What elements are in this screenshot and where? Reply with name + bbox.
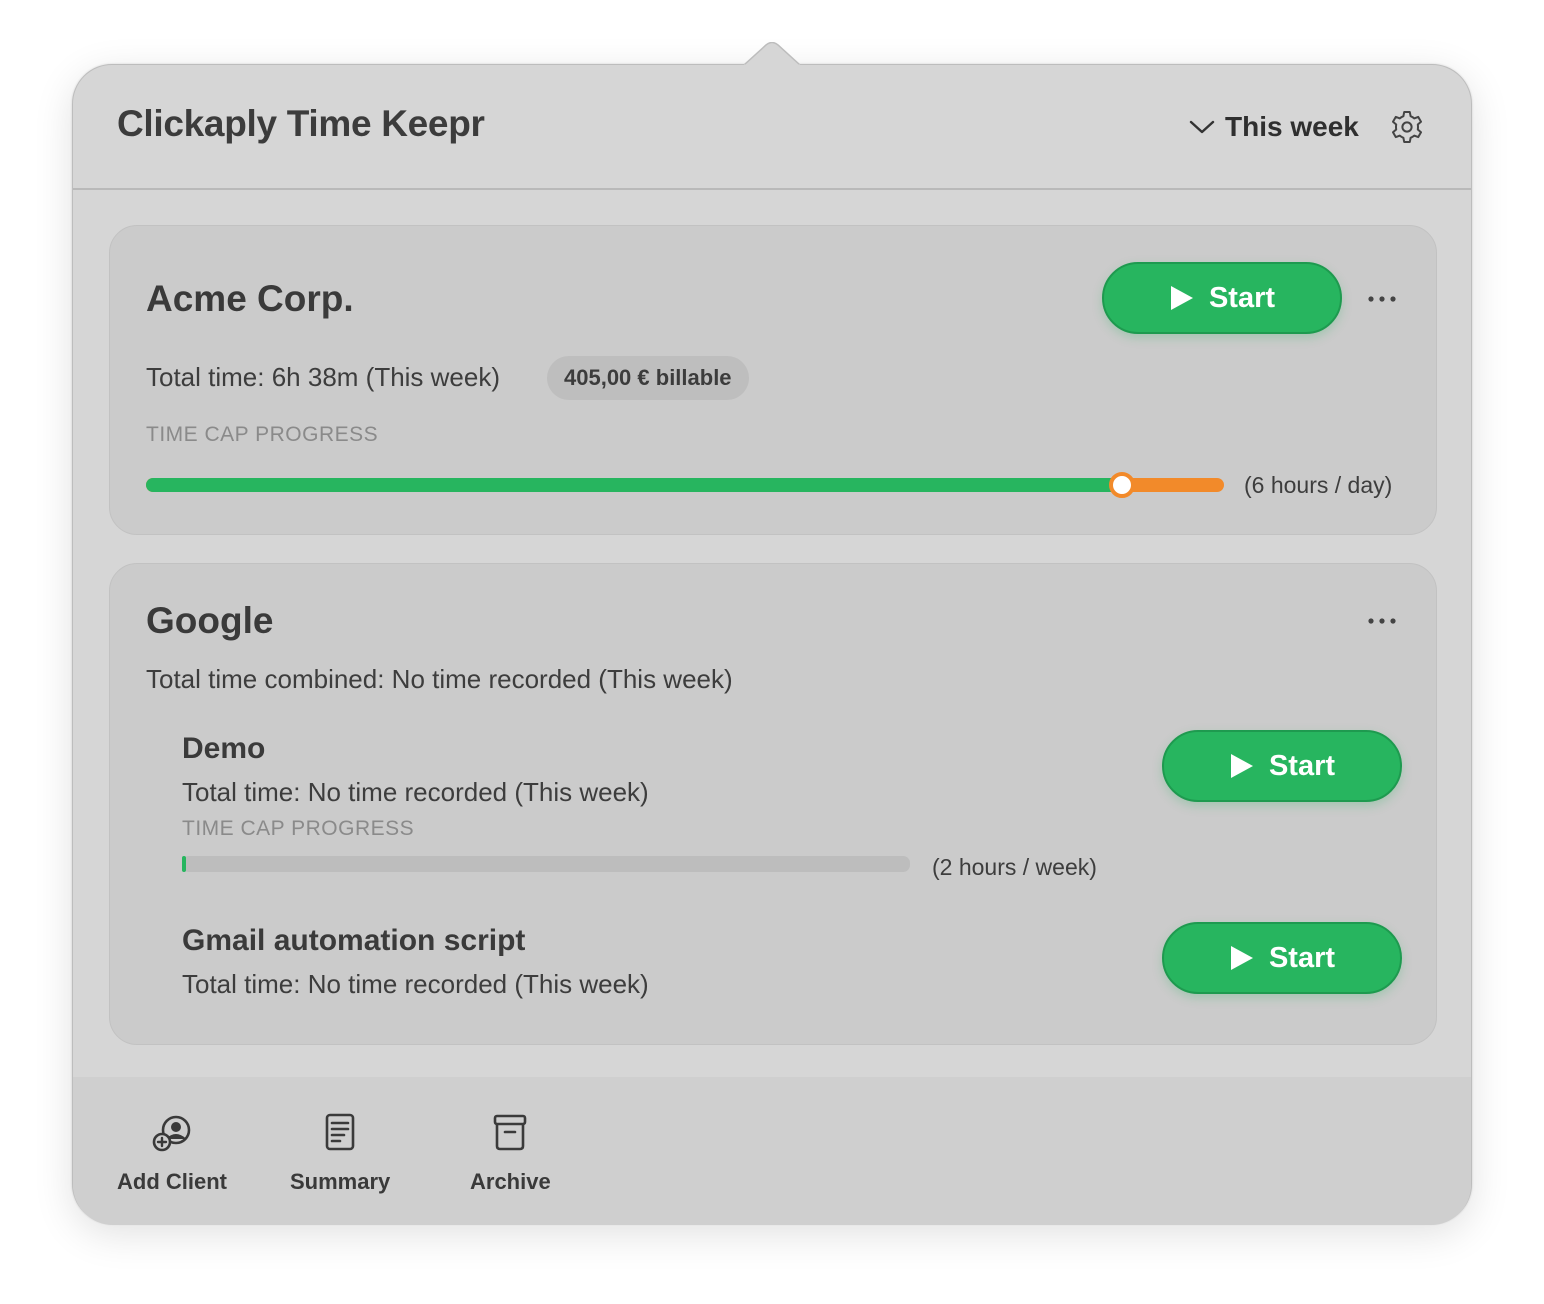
project-name-demo: Demo (182, 732, 266, 765)
summary-button[interactable]: Summary (290, 1111, 390, 1195)
period-selector[interactable]: This week (1189, 105, 1359, 149)
project-total-time: Total time: No time recorded (This week) (182, 969, 649, 999)
archive-label: Archive (470, 1169, 551, 1194)
client-card-google: Google Total time combined: No time reco… (109, 563, 1437, 1045)
footer-toolbar: Add Client Summary Archive (73, 1077, 1471, 1225)
gear-icon[interactable] (1389, 109, 1425, 145)
add-client-label: Add Client (117, 1169, 227, 1194)
time-cap-progress-bar (182, 856, 910, 872)
chevron-down-icon (1189, 120, 1215, 134)
time-cap-progress-fill (182, 856, 186, 872)
total-time: Total time: 6h 38m (This week) (146, 362, 501, 392)
start-button-demo[interactable]: Start (1162, 730, 1402, 802)
summary-icon (325, 1113, 355, 1151)
project-total-time: Total time: No time recorded (This week) (182, 777, 649, 807)
time-cap-progress-fill (146, 478, 1122, 492)
popover-arrow (744, 42, 800, 66)
play-icon (1230, 946, 1253, 970)
client-name: Acme Corp. (146, 278, 354, 319)
client-name: Google (146, 600, 274, 641)
start-button-label: Start (1268, 749, 1336, 782)
start-button-label: Start (1208, 281, 1276, 314)
period-label: This week (1225, 111, 1359, 142)
time-cap-marker (1109, 472, 1135, 498)
archive-icon (494, 1114, 527, 1151)
time-keepr-popover: Clickaply Time Keepr This week Acme Corp… (72, 64, 1472, 1225)
project-name-gmail-automation: Gmail automation script (182, 924, 526, 957)
add-client-icon (152, 1115, 191, 1152)
time-cap-note: (6 hours / day) (1244, 472, 1393, 498)
add-client-button[interactable]: Add Client (117, 1111, 227, 1195)
total-time-combined: Total time combined: No time recorded (T… (146, 664, 733, 694)
start-button[interactable]: Start (1102, 262, 1342, 334)
app-title: Clickaply Time Keepr (117, 103, 485, 144)
time-cap-note: (2 hours / week) (932, 854, 1097, 880)
client-card-acme: Acme Corp. Start Total time: 6h 38m (Thi… (109, 225, 1437, 535)
archive-button[interactable]: Archive (470, 1111, 551, 1195)
start-button-gmail-automation[interactable]: Start (1162, 922, 1402, 994)
time-cap-progress-bar (146, 472, 1224, 498)
more-options-icon[interactable] (1362, 606, 1402, 636)
play-icon (1170, 286, 1193, 310)
header: Clickaply Time Keepr This week (73, 65, 1471, 190)
time-cap-label: TIME CAP PROGRESS (146, 423, 379, 446)
start-button-label: Start (1268, 941, 1336, 974)
more-options-icon[interactable] (1362, 284, 1402, 314)
play-icon (1230, 754, 1253, 778)
time-cap-label: TIME CAP PROGRESS (182, 817, 415, 840)
billable-badge: 405,00 € billable (547, 356, 749, 400)
summary-label: Summary (290, 1169, 391, 1194)
